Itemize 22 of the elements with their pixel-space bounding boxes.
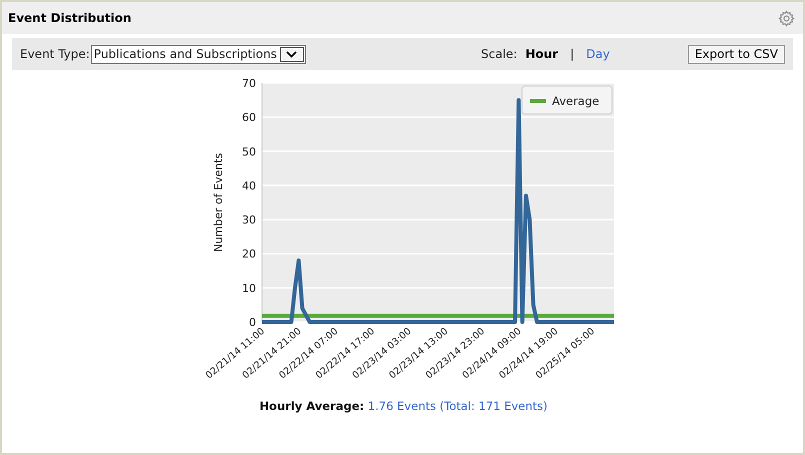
y-tick-label: 50 (242, 145, 256, 158)
hourly-average-text: Hourly Average: 1.76 Events (Total: 171 Events) (258, 399, 549, 413)
legend: Average (521, 86, 612, 114)
export-button[interactable]: Export to CSV (688, 44, 785, 64)
y-tick-label: 40 (242, 179, 256, 192)
caret-icon (280, 46, 304, 62)
scale-label: Scale: (481, 47, 518, 61)
y-tick-label: 10 (242, 282, 256, 295)
legend-label: Average (552, 94, 599, 108)
y-tick-label: 0 (248, 316, 256, 329)
y-axis-title: Number of Events (212, 152, 224, 252)
panel-title: Event Distribution (8, 11, 132, 25)
event-type-dropdown[interactable]: Publications and Subscriptions (90, 44, 306, 64)
y-tick-label: 20 (242, 248, 256, 261)
settings-icon[interactable] (778, 10, 795, 26)
y-tick-label: 60 (242, 111, 256, 124)
scale-option[interactable]: Hour (525, 47, 558, 61)
y-tick-label: 30 (242, 214, 256, 227)
event-type-label: Event Type: (20, 47, 90, 61)
y-tick-label: 70 (242, 77, 256, 90)
separator: | (570, 47, 574, 61)
scale-link[interactable]: Day (586, 47, 610, 61)
